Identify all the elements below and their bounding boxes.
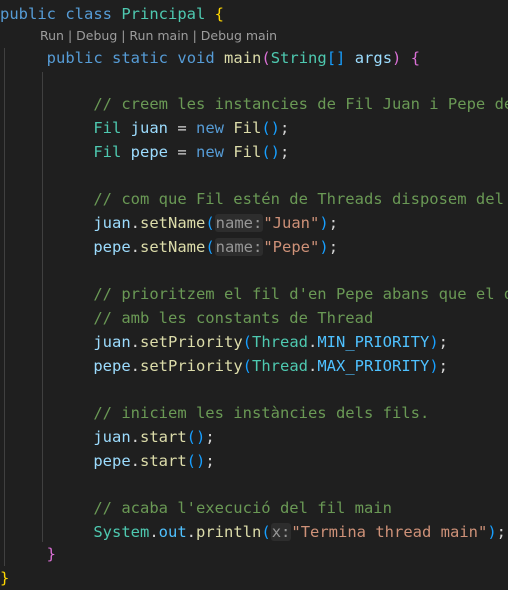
param-name: args [354, 49, 393, 67]
code-editor[interactable]: public class Principal { Run | Debug | R… [0, 0, 508, 589]
string-literal: "Juan" [263, 214, 320, 232]
code-line-juan-setname: juan.setName(name:"Juan"); [93, 214, 339, 232]
paren: ( [261, 523, 271, 541]
comment-text: // prioritzem el fil d'en Pepe abans que… [93, 285, 508, 303]
paren: ) [429, 333, 439, 351]
paren: ) [392, 49, 402, 67]
bracket: [] [326, 49, 346, 67]
lens-separator: | [188, 28, 201, 43]
brace: { [410, 49, 421, 67]
code-line-juan-setpriority: juan.setPriority(Thread.MIN_PRIORITY); [93, 333, 449, 351]
comment-text: // com que Fil estén de Threads disposem… [93, 190, 504, 208]
brace: } [46, 545, 57, 563]
paren: () [186, 452, 206, 470]
paren: ) [319, 214, 329, 232]
inlay-hint: name: [214, 214, 264, 232]
inlay-hint: name: [214, 238, 264, 256]
code-line-juan-start: juan.start(); [93, 428, 215, 446]
constructor: Fil [233, 119, 262, 137]
code-line-juan-new: Fil juan = new Fil(); [93, 119, 290, 137]
code-lens: Run | Debug | Run main | Debug main [40, 26, 277, 46]
variable: juan [93, 333, 131, 351]
keyword: static [112, 49, 169, 67]
comment-text: // amb les constants de Thread [93, 309, 374, 327]
debug-lens-link[interactable]: Debug [76, 28, 117, 43]
paren: ) [487, 523, 497, 541]
paren: () [261, 143, 281, 161]
constructor: Fil [233, 143, 262, 161]
paren: () [186, 428, 206, 446]
string-literal: "Termina thread main" [291, 523, 488, 541]
type-name: String [270, 49, 327, 67]
code-line-main-declaration: public static void main(String[] args) { [0, 46, 508, 70]
keyword: new [196, 119, 224, 137]
paren: ( [242, 357, 252, 375]
method-name: setPriority [140, 357, 243, 375]
type-name: Fil [93, 143, 122, 161]
code-line-pepe-setname: pepe.setName(name:"Pepe"); [93, 238, 339, 256]
variable: pepe [93, 452, 131, 470]
code-comment: // creem les instancies de Fil Juan i Pe… [0, 92, 508, 116]
brace: { [214, 5, 225, 23]
method-name: setPriority [140, 333, 243, 351]
paren: ( [205, 214, 215, 232]
field-name: out [158, 523, 187, 541]
variable: pepe [93, 238, 131, 256]
paren: ( [261, 49, 271, 67]
debug-main-lens-link[interactable]: Debug main [201, 28, 277, 43]
code-line-close-class: } [0, 566, 508, 590]
keyword: public [46, 49, 103, 67]
class-name: Principal [121, 5, 206, 23]
method-name: main [224, 49, 262, 67]
variable: pepe [93, 357, 131, 375]
run-main-lens-link[interactable]: Run main [129, 28, 188, 43]
code-comment: // prioritzem el fil d'en Pepe abans que… [0, 282, 508, 306]
code-line-pepe-setpriority: pepe.setPriority(Thread.MAX_PRIORITY); [93, 357, 449, 375]
variable: juan [93, 214, 131, 232]
code-line-pepe-start: pepe.start(); [93, 452, 215, 470]
paren: ) [319, 238, 329, 256]
constant: MAX_PRIORITY [317, 357, 430, 375]
paren: ( [205, 238, 215, 256]
lens-separator: | [63, 28, 77, 43]
lens-separator: | [117, 28, 130, 43]
paren: () [261, 119, 281, 137]
code-line-pepe-new: Fil pepe = new Fil(); [93, 143, 290, 161]
code-comment: // com que Fil estén de Threads disposem… [0, 187, 508, 211]
brace: } [0, 569, 10, 587]
comment-text: // creem les instancies de Fil Juan i Pe… [93, 95, 508, 113]
keyword: new [196, 143, 224, 161]
inlay-hint: x: [270, 523, 292, 541]
method-name: setName [140, 238, 206, 256]
code-comment: // amb les constants de Thread [0, 306, 508, 330]
code-comment: // iniciem les instàncies dels fils. [0, 401, 508, 425]
comment-text: // iniciem les instàncies dels fils. [93, 404, 430, 422]
code-line-close-main: } [0, 542, 508, 566]
string-literal: "Pepe" [263, 238, 320, 256]
class-name: Thread [252, 357, 308, 375]
class-name: Thread [252, 333, 308, 351]
method-name: start [140, 452, 187, 470]
constant: MIN_PRIORITY [317, 333, 430, 351]
paren: ) [429, 357, 439, 375]
code-line-println: System.out.println(x:"Termina thread mai… [93, 523, 507, 541]
variable: pepe [130, 143, 168, 161]
code-comment: // acaba l'execució del fil main [0, 496, 508, 520]
variable: juan [93, 428, 131, 446]
method-name: setName [140, 214, 206, 232]
class-name: System [93, 523, 150, 541]
keyword: public class [0, 5, 112, 23]
paren: ( [242, 333, 252, 351]
code-line-class-declaration: public class Principal { [0, 2, 508, 26]
keyword: void [177, 49, 215, 67]
comment-text: // acaba l'execució del fil main [93, 499, 392, 517]
variable: juan [130, 119, 168, 137]
run-lens-link[interactable]: Run [40, 28, 64, 43]
method-name: start [140, 428, 187, 446]
type-name: Fil [93, 119, 122, 137]
method-name: println [196, 523, 262, 541]
